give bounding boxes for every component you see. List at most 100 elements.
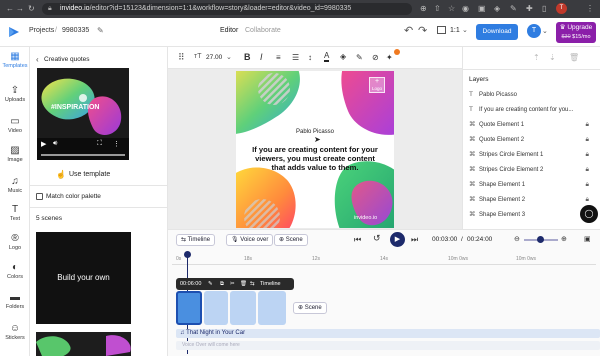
- download-button[interactable]: Download: [476, 24, 518, 40]
- sidebar-item-stickers[interactable]: ☺ Stickers: [0, 323, 30, 341]
- sidebar-item-logo[interactable]: ® Logo: [0, 233, 30, 251]
- play-icon[interactable]: ▶: [41, 140, 46, 148]
- sidebar-item-video[interactable]: ▭ Video: [0, 116, 30, 134]
- profile-avatar[interactable]: T: [556, 3, 567, 14]
- play-button[interactable]: ▶: [390, 232, 405, 247]
- zoom-out-icon[interactable]: ⊖: [514, 235, 520, 243]
- chevron-down-icon[interactable]: ⌄: [542, 27, 548, 35]
- clip-duration[interactable]: 00:06:00: [180, 278, 201, 290]
- voice-over-track[interactable]: Voice Over will come here: [176, 341, 600, 350]
- lock-icon[interactable]: 🔒︎: [586, 162, 589, 177]
- aspect-ratio-value[interactable]: 1:1: [450, 27, 460, 34]
- link-icon[interactable]: ⊘: [372, 53, 379, 62]
- skip-back-icon[interactable]: ⏮: [354, 235, 361, 245]
- template-preview-video[interactable]: #INSPIRATION ▶ 🔊︎ ⛶ ⋮: [37, 68, 129, 160]
- project-id[interactable]: 9980335: [62, 27, 89, 34]
- upgrade-button[interactable]: ♛ Upgrade $30 $15/mo: [556, 22, 596, 43]
- quote-text[interactable]: If you are creating content for your vie…: [252, 145, 378, 172]
- scene-clip-selected[interactable]: [176, 291, 202, 325]
- design-canvas[interactable]: + Logo Pablo Picasso ➤ If you are creati…: [236, 71, 394, 228]
- sidebar-item-uploads[interactable]: ⇪ Uploads: [0, 85, 30, 103]
- sidebar-toggle-icon[interactable]: ▯: [542, 4, 546, 14]
- logo-placeholder[interactable]: + Logo: [369, 77, 385, 93]
- match-palette-checkbox[interactable]: [36, 193, 43, 200]
- layer-item[interactable]: ⌘ Quote Element 2 🔒︎: [463, 132, 600, 147]
- sidebar-item-image[interactable]: ▨ Image: [0, 145, 30, 163]
- audio-track[interactable]: ♫ That Night in Your Car: [176, 329, 600, 338]
- redo-icon[interactable]: ↷: [418, 24, 427, 37]
- scene-clip[interactable]: [204, 291, 228, 325]
- lock-icon[interactable]: 🔒︎: [586, 177, 589, 192]
- sidebar-item-colors[interactable]: ◐ Colors: [0, 262, 30, 280]
- sidebar-item-folders[interactable]: ▬ Folders: [0, 292, 30, 310]
- progress-bar[interactable]: [41, 154, 125, 156]
- scene-card[interactable]: [36, 332, 131, 356]
- extension-icon[interactable]: ✎: [510, 4, 517, 14]
- more-options-icon[interactable]: ⋮: [113, 140, 120, 148]
- drag-icon[interactable]: ⠿: [178, 52, 185, 63]
- layer-item[interactable]: ⌘ Stripes Circle Element 2 🔒︎: [463, 162, 600, 177]
- tab-editor[interactable]: Editor: [220, 27, 238, 34]
- brush-icon[interactable]: ✎: [356, 53, 363, 62]
- menu-icon[interactable]: ⋮: [586, 4, 594, 14]
- zoom-in-icon[interactable]: ⊕: [561, 235, 567, 243]
- extension-icon[interactable]: ▣: [478, 4, 486, 14]
- add-scene-button[interactable]: ⊕ Scene: [274, 234, 308, 246]
- voice-over-button[interactable]: 🎙︎ Voice over: [226, 234, 274, 246]
- aspect-ratio-icon[interactable]: [437, 26, 446, 34]
- layer-item[interactable]: ⌘ Quote Element 1 🔒︎: [463, 117, 600, 132]
- fit-icon[interactable]: ▣: [584, 235, 591, 243]
- sidebar-item-music[interactable]: ♫ Music: [0, 176, 30, 194]
- move-down-icon[interactable]: ⇣: [549, 53, 556, 62]
- playhead-handle[interactable]: [184, 251, 191, 258]
- fullscreen-icon[interactable]: ⛶: [97, 140, 102, 148]
- reload-icon[interactable]: ↻: [28, 4, 35, 14]
- invideo-logo-icon[interactable]: [8, 26, 20, 38]
- puzzle-icon[interactable]: ✚: [526, 4, 533, 14]
- skip-forward-icon[interactable]: ⏭: [411, 235, 418, 245]
- text-size-icon[interactable]: ᴛT: [194, 53, 201, 60]
- use-template-button[interactable]: Use template: [69, 171, 110, 178]
- text-color-icon[interactable]: A: [324, 51, 330, 62]
- bold-icon[interactable]: B: [244, 52, 251, 62]
- layer-item[interactable]: T Pablo Picasso: [463, 87, 600, 102]
- user-avatar[interactable]: T: [527, 24, 541, 38]
- lock-icon[interactable]: 🔒︎: [586, 117, 589, 132]
- layer-item[interactable]: T If you are creating content for you...: [463, 102, 600, 117]
- chevron-down-icon[interactable]: ⌄: [226, 53, 232, 61]
- zoom-icon[interactable]: ⊕: [420, 4, 427, 14]
- effects-icon[interactable]: ✦: [386, 53, 393, 62]
- scene-card[interactable]: Build your own: [36, 232, 131, 324]
- sidebar-item-templates[interactable]: ▦ Templates: [0, 51, 30, 69]
- split-icon[interactable]: ✂: [230, 278, 235, 290]
- chat-support-button[interactable]: ◯: [580, 205, 598, 223]
- font-size-value[interactable]: 27.00: [206, 54, 222, 61]
- move-up-icon[interactable]: ⇡: [533, 53, 540, 62]
- undo-icon[interactable]: ↶: [404, 24, 413, 37]
- star-icon[interactable]: ☆: [448, 4, 455, 14]
- back-arrow-icon[interactable]: ‹: [36, 55, 39, 64]
- layer-item[interactable]: ⌘ Shape Element 2 🔒︎: [463, 192, 600, 207]
- tab-collaborate[interactable]: Collaborate: [245, 27, 281, 34]
- clip-timeline-label[interactable]: Timeline: [260, 278, 281, 290]
- chevron-down-icon[interactable]: ⌄: [462, 26, 468, 34]
- line-height-icon[interactable]: ↕: [308, 53, 312, 62]
- align-center-icon[interactable]: ≡: [276, 53, 281, 62]
- extension-icon[interactable]: ◈: [494, 4, 500, 14]
- rewind-icon[interactable]: ↺: [373, 233, 381, 244]
- address-bar[interactable]: 🔒︎ invideo.io/editor?id=15123&dimension=…: [42, 3, 412, 15]
- forward-arrow-icon[interactable]: →: [16, 4, 24, 14]
- fill-color-icon[interactable]: ◈: [340, 52, 346, 61]
- list-icon[interactable]: ☰: [292, 53, 299, 62]
- scene-clip[interactable]: [258, 291, 286, 325]
- zoom-slider-handle[interactable]: [537, 236, 544, 243]
- scene-clip[interactable]: [230, 291, 256, 325]
- breadcrumb-projects[interactable]: Projects: [29, 27, 54, 34]
- lock-icon[interactable]: 🔒︎: [586, 132, 589, 147]
- layer-item[interactable]: ⌘ Stripes Circle Element 1 🔒︎: [463, 147, 600, 162]
- delete-icon[interactable]: 🗑︎: [240, 278, 247, 290]
- italic-icon[interactable]: I: [260, 52, 263, 62]
- extension-icon[interactable]: ◉: [462, 4, 469, 14]
- share-icon[interactable]: ⇧: [434, 4, 441, 14]
- back-arrow-icon[interactable]: ←: [6, 4, 14, 14]
